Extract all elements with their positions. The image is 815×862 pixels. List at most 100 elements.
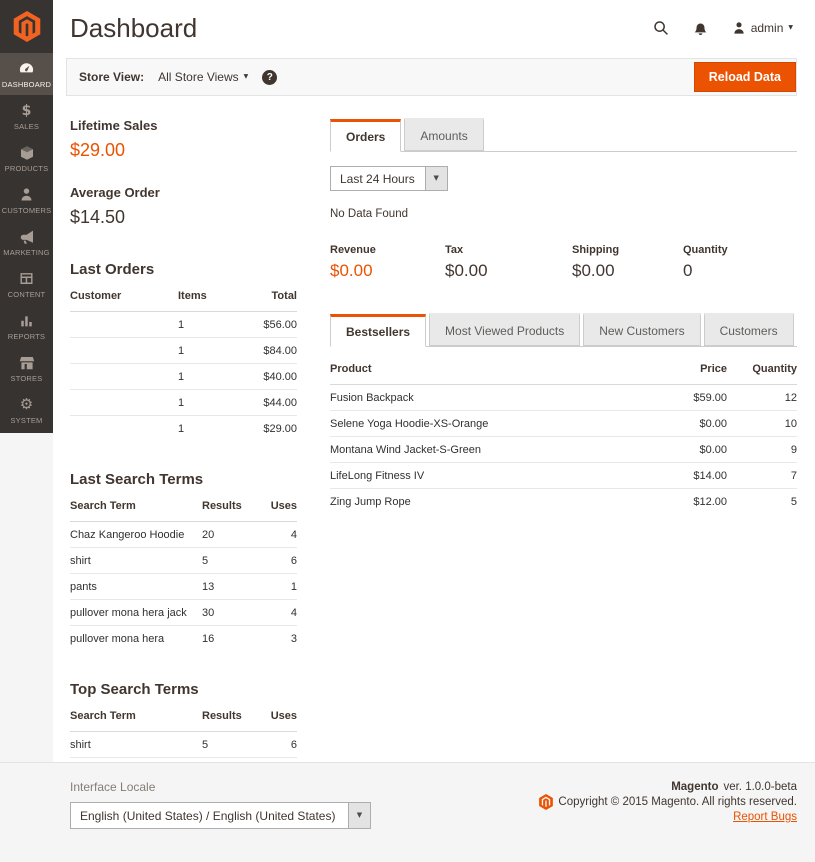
table-row: shirt 5 6 (70, 732, 297, 758)
last-orders-table: Customer Items Total 1 $56.00 1 $84.00 1 $40.00 1… (70, 287, 297, 441)
brand-name: Magento (671, 781, 719, 793)
column-header: Search Term (70, 500, 136, 512)
person-icon (19, 186, 34, 203)
last-search-terms-title: Last Search Terms (70, 471, 204, 488)
date-range-select[interactable]: Last 24 Hours ▼ (330, 166, 448, 191)
table-cell: $56.00 (263, 318, 297, 331)
report-bugs-line: Report Bugs (539, 810, 797, 824)
table-cell: 10 (784, 417, 797, 430)
search-icon[interactable] (653, 20, 669, 36)
table-row: shirt 5 6 (70, 547, 297, 574)
sidebar-item-sales[interactable]: $ Sales (0, 95, 53, 137)
quantity-value: 0 (683, 261, 693, 280)
sidebar-item-products[interactable]: Products (0, 137, 53, 179)
page-header: Dashboard admin ▼ (53, 0, 815, 56)
left-column: Lifetime Sales $29.00 Average Order $14.… (70, 118, 297, 862)
table-cell: 1 (178, 344, 185, 357)
chevron-down-icon: ▼ (424, 167, 447, 190)
storefront-icon (19, 354, 35, 371)
interface-locale-value: English (United States) / English (Unite… (80, 808, 336, 823)
dollar-icon: $ (21, 102, 32, 119)
sidebar-item-content[interactable]: Content (0, 263, 53, 305)
revenue-label: Revenue (330, 244, 376, 256)
store-view-bar: Store View: All Store Views ▼ ? Reload D… (66, 58, 797, 96)
sidebar-item-system[interactable]: ⚙ System (0, 389, 53, 431)
table-cell: 1 (178, 370, 185, 383)
shipping-label: Shipping (572, 244, 620, 256)
tab-customers[interactable]: Customers (703, 313, 794, 346)
column-header: Quantity (752, 363, 797, 375)
shipping-value: $0.00 (572, 261, 615, 280)
column-header: Customer (70, 290, 122, 302)
table-row: pullover mona hera jack 30 4 (70, 599, 297, 626)
lifetime-sales-metric: Lifetime Sales $29.00 (70, 118, 297, 161)
table-cell: 12 (784, 391, 797, 404)
store-view-selector[interactable]: All Store Views ▼ (158, 70, 248, 84)
table-cell: 7 (790, 469, 797, 482)
table-cell (70, 416, 178, 442)
magento-admin-dashboard: Dashboard $ Sales Products Customers Mar… (0, 0, 815, 862)
lifetime-sales-label: Lifetime Sales (70, 118, 158, 133)
report-bugs-link[interactable]: Report Bugs (733, 810, 797, 824)
help-icon[interactable]: ? (262, 69, 278, 85)
table-cell: shirt (70, 738, 91, 751)
chevron-down-icon: ▼ (788, 24, 793, 31)
sidebar-item-customers[interactable]: Customers (0, 179, 53, 221)
sidebar-nav: Dashboard $ Sales Products Customers Mar… (0, 0, 53, 433)
table-cell: Zing Jump Rope (330, 495, 411, 508)
magento-logo[interactable] (0, 0, 53, 53)
sidebar-item-label: Dashboard (1, 80, 52, 89)
date-range-value: Last 24 Hours (340, 171, 415, 186)
table-cell: shirt (70, 554, 91, 567)
store-view-value: All Store Views (158, 70, 239, 84)
table-cell (70, 312, 178, 338)
locale-block: Interface Locale English (United States)… (70, 780, 371, 829)
table-cell: 3 (290, 632, 297, 645)
table-header-row: Customer Items Total (70, 287, 297, 312)
average-order-metric: Average Order $14.50 (70, 185, 297, 228)
reload-data-button[interactable]: Reload Data (693, 62, 796, 92)
chevron-down-icon: ▼ (348, 803, 370, 828)
table-cell (70, 364, 178, 390)
table-cell: 13 (202, 580, 215, 593)
bestsellers-block: Bestsellers Most Viewed Products New Cus… (330, 313, 797, 514)
tab-bestsellers[interactable]: Bestsellers (330, 314, 427, 347)
bestsellers-table: Product Price Quantity Fusion Backpack $59.0… (330, 360, 797, 514)
table-cell (70, 338, 178, 364)
table-cell: 5 (202, 554, 209, 567)
chevron-down-icon: ▼ (243, 73, 249, 80)
bestsellers-panel: Product Price Quantity Fusion Backpack $59.0… (330, 347, 797, 514)
table-row: 1 $29.00 (70, 415, 297, 442)
page-title: Dashboard (70, 12, 198, 43)
column-header: Results (202, 500, 242, 512)
store-view-label: Store View: (79, 70, 145, 84)
main-content: Dashboard admin ▼ Store View: All Store … (53, 0, 815, 855)
sidebar-item-stores[interactable]: Stores (0, 347, 53, 389)
tab-new-customers[interactable]: New Customers (583, 313, 701, 346)
table-header-row: Product Price Quantity (330, 360, 797, 385)
interface-locale-select[interactable]: English (United States) / English (Unite… (70, 802, 371, 829)
tab-most-viewed-products[interactable]: Most Viewed Products (429, 313, 581, 346)
notifications-bell-icon[interactable] (693, 20, 708, 36)
table-cell: 20 (202, 528, 215, 541)
sidebar-item-marketing[interactable]: Marketing (0, 221, 53, 263)
bestsellers-tabs: Bestsellers Most Viewed Products New Cus… (330, 313, 797, 347)
table-row: pants 13 1 (70, 573, 297, 600)
orders-panel: Last 24 Hours ▼ No Data Found Revenue $0… (330, 152, 797, 281)
table-cell: Montana Wind Jacket-S-Green (330, 443, 482, 456)
tab-amounts[interactable]: Amounts (404, 118, 484, 151)
tab-orders[interactable]: Orders (330, 119, 402, 152)
sidebar-item-reports[interactable]: Reports (0, 305, 53, 347)
version-text: ver. 1.0.0-beta (723, 781, 797, 793)
page-footer: Interface Locale English (United States)… (0, 762, 815, 862)
sidebar-item-dashboard[interactable]: Dashboard (0, 53, 53, 95)
table-row: Selene Yoga Hoodie-XS-Orange $0.00 10 (330, 410, 797, 437)
user-icon (734, 22, 744, 34)
tax-stat: Tax $0.00 (445, 244, 572, 281)
admin-user-menu[interactable]: admin ▼ (732, 21, 793, 35)
table-cell: 4 (290, 606, 297, 619)
table-cell: 1 (178, 318, 185, 331)
last-search-terms-table: Search Term Results Uses Chaz Kangeroo Hood… (70, 497, 297, 651)
top-search-terms-title: Top Search Terms (70, 681, 199, 698)
sidebar-item-label: Sales (13, 122, 40, 131)
